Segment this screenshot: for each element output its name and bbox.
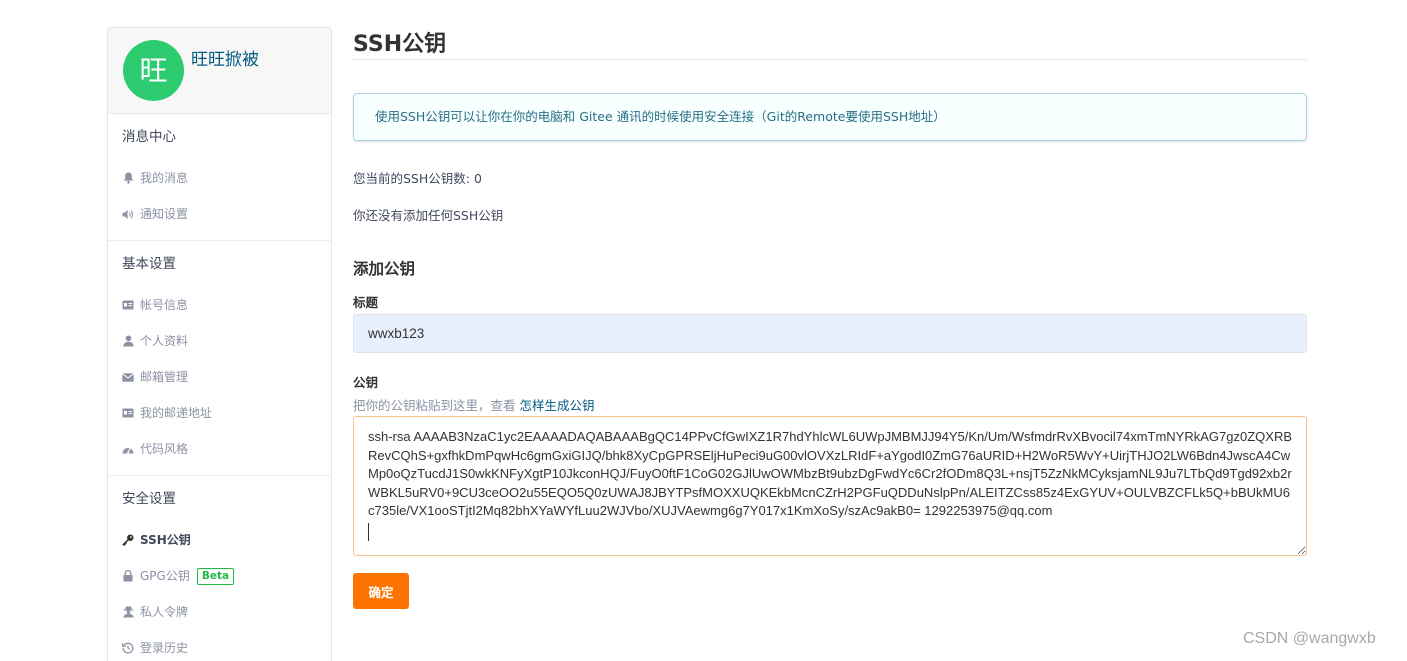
- sidebar-section-messages: 消息中心 我的消息 通知设置: [108, 114, 331, 241]
- page: 旺 旺旺掀被 消息中心 我的消息 通知设置 基本设置 帐号信息 个人资料 邮箱管…: [0, 0, 1407, 661]
- sidebar-item-label: 登录历史: [140, 641, 189, 655]
- how-to-generate-link[interactable]: 怎样生成公钥: [520, 398, 595, 413]
- speaker-icon: [122, 208, 134, 220]
- beta-badge: Beta: [196, 567, 235, 585]
- public-key-textarea[interactable]: ssh-rsa AAAAB3NzaC1yc2EAAAADAQABAAABgQC1…: [353, 416, 1307, 556]
- sidebar-section-security: 安全设置 SSH公钥 GPG公钥 Beta 私人令牌 登录历史: [108, 476, 331, 661]
- title-input[interactable]: [353, 314, 1307, 353]
- sidebar-item-label: 通知设置: [140, 207, 189, 221]
- history-icon: [122, 642, 134, 654]
- public-key-hint: 把你的公钥粘贴到这里，查看 怎样生成公钥: [353, 395, 595, 414]
- public-key-label: 公钥: [353, 375, 379, 390]
- sidebar-item-label: 私人令牌: [140, 605, 189, 619]
- section-title-security: 安全设置: [122, 491, 176, 507]
- text-cursor: [368, 522, 369, 541]
- settings-sidebar: 旺 旺旺掀被 消息中心 我的消息 通知设置 基本设置 帐号信息 个人资料 邮箱管…: [107, 27, 332, 661]
- section-title-messages: 消息中心: [122, 129, 176, 145]
- hint-text: 把你的公钥粘贴到这里，查看: [353, 398, 516, 413]
- sidebar-item-profile[interactable]: 个人资料: [108, 323, 331, 359]
- sidebar-item-label: SSH公钥: [140, 533, 191, 547]
- sidebar-item-label: GPG公钥: [140, 569, 190, 583]
- section-title-basic: 基本设置: [122, 256, 176, 272]
- sidebar-item-account-info[interactable]: 帐号信息: [108, 287, 331, 323]
- title-label: 标题: [353, 295, 379, 310]
- avatar[interactable]: 旺: [123, 40, 184, 101]
- sidebar-item-private-tokens[interactable]: 私人令牌: [108, 594, 331, 630]
- profile-header: 旺 旺旺掀被: [108, 28, 331, 114]
- address-card-icon: [122, 407, 134, 419]
- key-icon: [122, 534, 134, 546]
- info-message: 使用SSH公钥可以让你在你的电脑和 Gitee 通讯的时候使用安全连接（Git的…: [353, 93, 1307, 141]
- sidebar-item-notification-settings[interactable]: 通知设置: [108, 196, 331, 232]
- no-keys-message: 你还没有添加任何SSH公钥: [353, 208, 504, 223]
- sidebar-item-gpg-keys[interactable]: GPG公钥 Beta: [108, 558, 331, 594]
- sidebar-item-mailing-address[interactable]: 我的邮递地址: [108, 395, 331, 431]
- public-key-value: ssh-rsa AAAAB3NzaC1yc2EAAAADAQABAAABgQC1…: [368, 429, 1292, 518]
- sidebar-item-code-style[interactable]: 代码风格: [108, 431, 331, 467]
- user-icon: [122, 335, 134, 347]
- title-divider: [353, 59, 1307, 60]
- page-title: SSH公钥: [353, 32, 447, 57]
- sidebar-item-label: 个人资料: [140, 334, 189, 348]
- sidebar-item-label: 邮箱管理: [140, 370, 189, 384]
- sidebar-item-ssh-keys[interactable]: SSH公钥: [108, 522, 331, 558]
- lock-icon: [122, 570, 134, 582]
- sidebar-item-email[interactable]: 邮箱管理: [108, 359, 331, 395]
- sidebar-item-label: 代码风格: [140, 442, 189, 456]
- bell-icon: [122, 172, 134, 184]
- ssh-key-count: 您当前的SSH公钥数: 0: [353, 171, 482, 186]
- sidebar-item-login-history[interactable]: 登录历史: [108, 630, 331, 661]
- watermark: CSDN @wangwxb: [1243, 630, 1376, 647]
- username-link[interactable]: 旺旺掀被: [191, 45, 259, 70]
- sidebar-section-basic: 基本设置 帐号信息 个人资料 邮箱管理 我的邮递地址 代码风格: [108, 241, 331, 476]
- sidebar-item-label: 帐号信息: [140, 298, 189, 312]
- id-card-icon: [122, 299, 134, 311]
- sidebar-item-my-messages[interactable]: 我的消息: [108, 160, 331, 196]
- sidebar-item-label: 我的消息: [140, 171, 189, 185]
- confirm-button[interactable]: 确定: [353, 573, 409, 609]
- sidebar-item-label: 我的邮递地址: [140, 406, 213, 420]
- add-key-heading: 添加公钥: [353, 260, 416, 278]
- dashboard-icon: [122, 443, 134, 455]
- envelope-icon: [122, 371, 134, 383]
- user-secret-icon: [122, 606, 134, 618]
